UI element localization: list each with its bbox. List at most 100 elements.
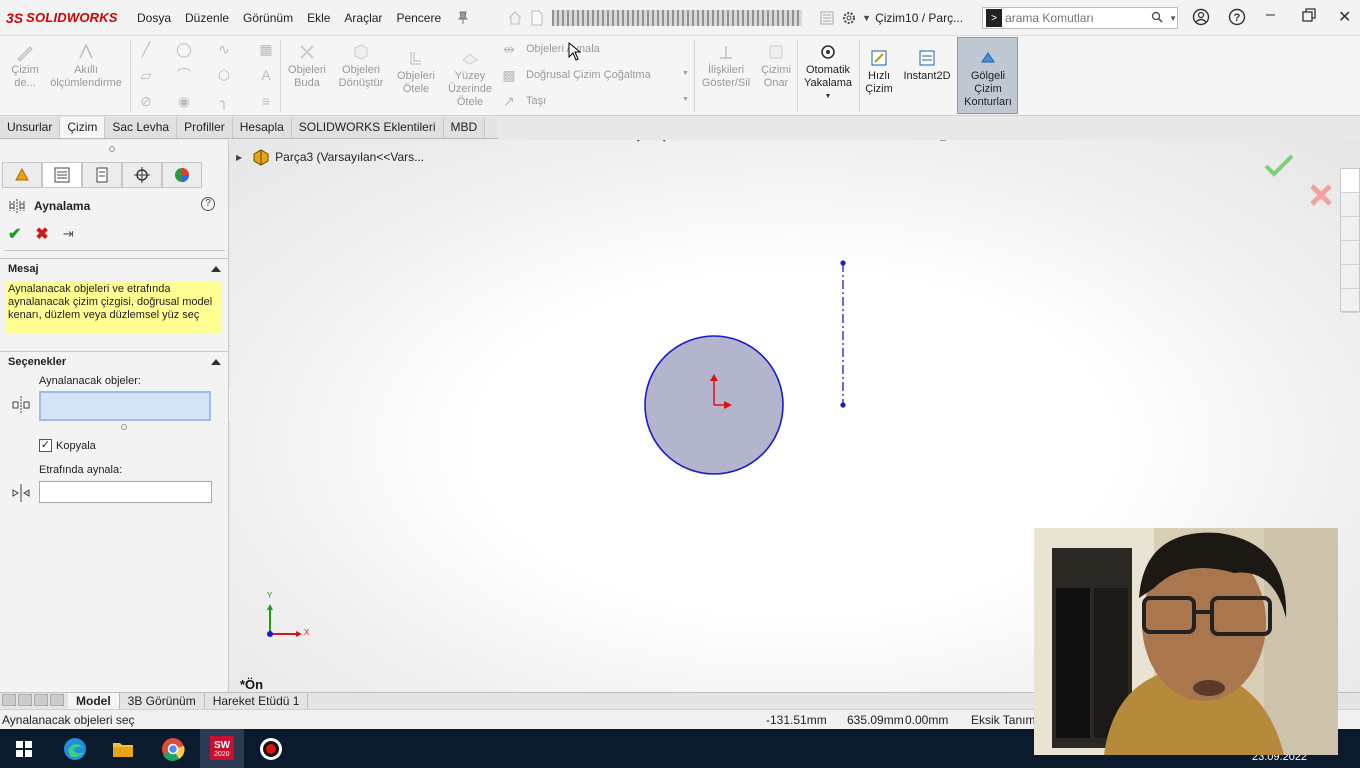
text-icon[interactable]: A: [257, 66, 275, 84]
line-icon[interactable]: ╱: [137, 40, 155, 58]
tab-unsurlar[interactable]: Unsurlar: [0, 117, 61, 138]
help-button[interactable]: ?: [201, 197, 215, 211]
feature-manager-tab[interactable]: [2, 162, 42, 188]
convert-entities-button[interactable]: Objeleri Dönüştür: [334, 42, 388, 90]
next-tab-icon[interactable]: [34, 693, 48, 706]
slot-icon[interactable]: ⊘: [137, 92, 155, 110]
plane-icon[interactable]: ≡: [257, 92, 275, 110]
first-tab-icon[interactable]: [2, 693, 16, 706]
sketch-exit-button[interactable]: Çizim de...: [6, 42, 44, 90]
rapid-sketch-button[interactable]: Hızlı Çizim: [862, 48, 896, 96]
tab-3d-view[interactable]: 3B Görünüm: [120, 693, 205, 709]
maximize-icon[interactable]: [1302, 8, 1316, 27]
task-pane-library-icon[interactable]: [1341, 217, 1359, 241]
point-icon[interactable]: ◉: [175, 92, 193, 110]
offset-on-surface-button[interactable]: Yüzey Üzerinde Ötele: [446, 48, 494, 109]
tab-mbd[interactable]: MBD: [443, 117, 486, 138]
edge-browser-icon[interactable]: [61, 735, 89, 763]
trim-entities-button[interactable]: Objeleri Buda: [283, 42, 331, 90]
screen-recorder-icon[interactable]: [257, 735, 285, 763]
menu-gorunum[interactable]: Görünüm: [236, 11, 300, 25]
search-dropdown-icon[interactable]: ▼: [1169, 14, 1177, 23]
gear-dropdown-icon[interactable]: ▼: [862, 13, 871, 23]
display-manager-tab[interactable]: [162, 162, 202, 188]
solidworks-logo[interactable]: 3S SOLIDWORKS: [0, 10, 130, 26]
chrome-icon[interactable]: [159, 735, 187, 763]
property-manager-tab[interactable]: [42, 162, 82, 188]
tab-motion-study[interactable]: Hareket Etüdü 1: [205, 693, 309, 709]
user-icon[interactable]: [1192, 8, 1210, 31]
tab-cizim[interactable]: Çizim: [60, 117, 106, 138]
search-box[interactable]: > ▼: [982, 7, 1178, 29]
objeleri-aynala-button[interactable]: Objeleri Aynala: [526, 43, 600, 56]
task-pane-properties-icon[interactable]: [1341, 289, 1359, 313]
chevron-up-icon[interactable]: [211, 358, 221, 365]
snap-dropdown-icon[interactable]: ▼: [800, 90, 856, 103]
options-section-header[interactable]: Seçenekler: [0, 351, 229, 371]
instant2d-button[interactable]: Instant2D: [900, 48, 954, 83]
message-section-header[interactable]: Mesaj: [0, 258, 229, 278]
arc-icon[interactable]: ⌒: [175, 66, 193, 84]
gear-icon[interactable]: [838, 7, 860, 29]
circle-icon[interactable]: ◯: [175, 40, 193, 58]
polygon-icon[interactable]: ⬡: [215, 66, 233, 84]
tasi-button[interactable]: Taşı: [526, 95, 546, 108]
tab-model[interactable]: Model: [68, 693, 120, 709]
centerline-endpoint[interactable]: [840, 402, 846, 408]
spline-icon[interactable]: ∿: [215, 40, 233, 58]
tab-profiller[interactable]: Profiller: [177, 117, 233, 138]
windows-start-icon[interactable]: [10, 735, 38, 763]
search-icon[interactable]: [1151, 11, 1163, 26]
mirror-about-field[interactable]: [39, 481, 212, 503]
fillet-icon[interactable]: ╮: [215, 92, 233, 110]
quick-snaps-button[interactable]: Otomatik Yakalama ▼: [800, 42, 856, 103]
tab-hesapla[interactable]: Hesapla: [232, 117, 292, 138]
list-resize-handle[interactable]: [121, 424, 127, 430]
help-icon[interactable]: ?: [1228, 8, 1246, 31]
tab-sac-levha[interactable]: Sac Levha: [105, 117, 178, 138]
close-icon[interactable]: ✕: [1338, 7, 1351, 27]
centerline-endpoint[interactable]: [840, 260, 846, 266]
menu-ekle[interactable]: Ekle: [300, 11, 337, 25]
last-tab-icon[interactable]: [50, 693, 64, 706]
menu-dosya[interactable]: Dosya: [130, 11, 178, 25]
tab-scroll-buttons[interactable]: [0, 693, 68, 709]
dogrusal-cogaltma-button[interactable]: Doğrusal Çizim Çoğaltma: [526, 69, 651, 82]
menu-duzenle[interactable]: Düzenle: [178, 11, 236, 25]
ok-check-icon[interactable]: ✔: [8, 224, 21, 244]
display-relations-button[interactable]: İlişkileri Göster/Sil: [699, 42, 753, 90]
task-pane-resources-icon[interactable]: [1341, 193, 1359, 217]
dimxpert-tab[interactable]: [122, 162, 162, 188]
panel-resize-handle[interactable]: [109, 146, 115, 152]
file-explorer-icon[interactable]: [109, 735, 137, 763]
pushpin-icon[interactable]: ⇥: [63, 226, 74, 242]
solidworks-taskbar-button[interactable]: SW 2020: [200, 729, 244, 768]
search-input[interactable]: [1005, 11, 1146, 25]
grid-icon[interactable]: ▦: [257, 40, 275, 58]
pin-icon[interactable]: [456, 11, 470, 25]
menu-araclar[interactable]: Araçlar: [337, 11, 389, 25]
tab-eklentiler[interactable]: SOLIDWORKS Eklentileri: [291, 117, 444, 138]
menu-pencere[interactable]: Pencere: [389, 11, 448, 25]
repair-sketch-button[interactable]: Çizimi Onar: [758, 42, 794, 90]
rectangle-icon[interactable]: ▱: [137, 66, 155, 84]
minimize-icon[interactable]: –: [1266, 6, 1275, 24]
copy-checkbox[interactable]: ✓: [39, 439, 52, 452]
linear-pattern-icon[interactable]: ▩: [500, 66, 518, 84]
cancel-x-icon[interactable]: ✖: [35, 224, 48, 244]
configuration-manager-tab[interactable]: [82, 162, 122, 188]
task-pane-explorer-icon[interactable]: [1341, 241, 1359, 265]
entities-to-mirror-field[interactable]: [39, 391, 211, 421]
options-list-icon[interactable]: [816, 7, 838, 29]
copy-checkbox-row[interactable]: ✓ Kopyala: [39, 439, 96, 452]
task-pane-home-icon[interactable]: [1341, 169, 1359, 193]
move-icon[interactable]: ↗: [500, 92, 518, 110]
new-document-icon[interactable]: [526, 7, 548, 29]
offset-entities-button[interactable]: Objeleri Ötele: [392, 48, 440, 96]
prev-tab-icon[interactable]: [18, 693, 32, 706]
task-pane-appearance-icon[interactable]: [1341, 265, 1359, 289]
pattern-dropdown-icon[interactable]: ▼: [682, 70, 689, 77]
home-icon[interactable]: [504, 7, 526, 29]
mirror-entities-icon[interactable]: ⇹: [500, 40, 518, 58]
smart-dimension-button[interactable]: Akıllı ölçümlendirme: [46, 42, 126, 90]
